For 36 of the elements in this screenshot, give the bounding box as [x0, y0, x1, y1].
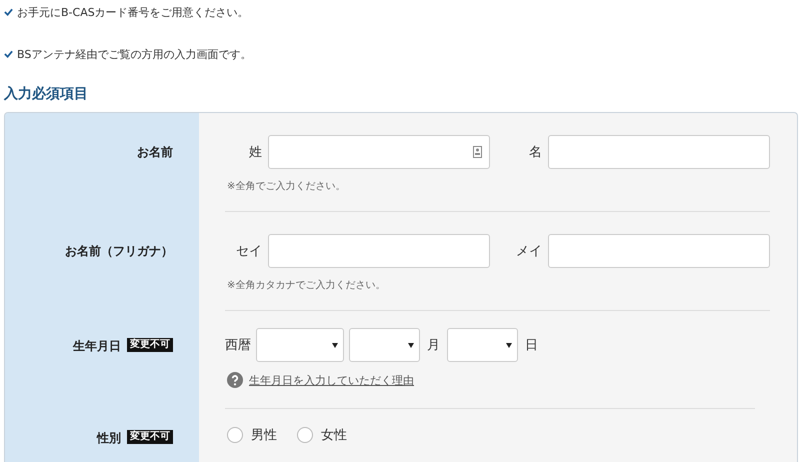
radio-option[interactable]: 女性	[297, 426, 347, 444]
unit-label: 日	[525, 337, 538, 354]
note-text: お手元にB-CASカード番号をご用意ください。	[17, 4, 249, 20]
caret-icon	[332, 343, 338, 348]
field-label: 名	[528, 144, 543, 161]
field-label: 性別	[97, 430, 121, 447]
check-icon	[4, 50, 13, 58]
field-label: 姓	[248, 144, 263, 161]
field-label: お名前（フリガナ）	[65, 243, 173, 260]
field-label: お名前	[137, 144, 173, 161]
unchangeable-badge: 変更不可	[127, 430, 173, 444]
radio-option[interactable]: 男性	[227, 426, 277, 444]
field-label: メイ	[515, 243, 543, 260]
field-label: 生年月日	[73, 338, 121, 355]
radio-button[interactable]	[227, 427, 243, 443]
field-label: セイ	[235, 243, 263, 260]
unchangeable-badge: 変更不可	[127, 338, 173, 352]
caret-icon	[506, 343, 512, 348]
dropdown[interactable]	[447, 328, 518, 362]
hint-text: ※全角でご入力ください。	[226, 180, 346, 193]
dropdown[interactable]	[349, 328, 420, 362]
text-input[interactable]	[268, 135, 490, 169]
dropdown[interactable]	[256, 328, 344, 362]
check-icon	[4, 8, 13, 16]
hint-text: ※全角カタカナでご入力ください。	[226, 278, 386, 292]
help-icon	[227, 372, 243, 388]
reason-link[interactable]: 生年月日を入力していただく理由	[249, 372, 414, 388]
text-input[interactable]	[548, 135, 770, 169]
caret-icon	[408, 343, 414, 348]
note-text: BSアンテナ経由でご覧の方用の入力画面です。	[17, 46, 252, 62]
unit-label: 月	[427, 337, 440, 354]
text-input[interactable]	[548, 234, 770, 268]
radio-button[interactable]	[297, 427, 313, 443]
section-heading: 入力必須項目	[4, 85, 88, 103]
era-label: 西暦	[225, 337, 251, 354]
text-input[interactable]	[268, 234, 490, 268]
